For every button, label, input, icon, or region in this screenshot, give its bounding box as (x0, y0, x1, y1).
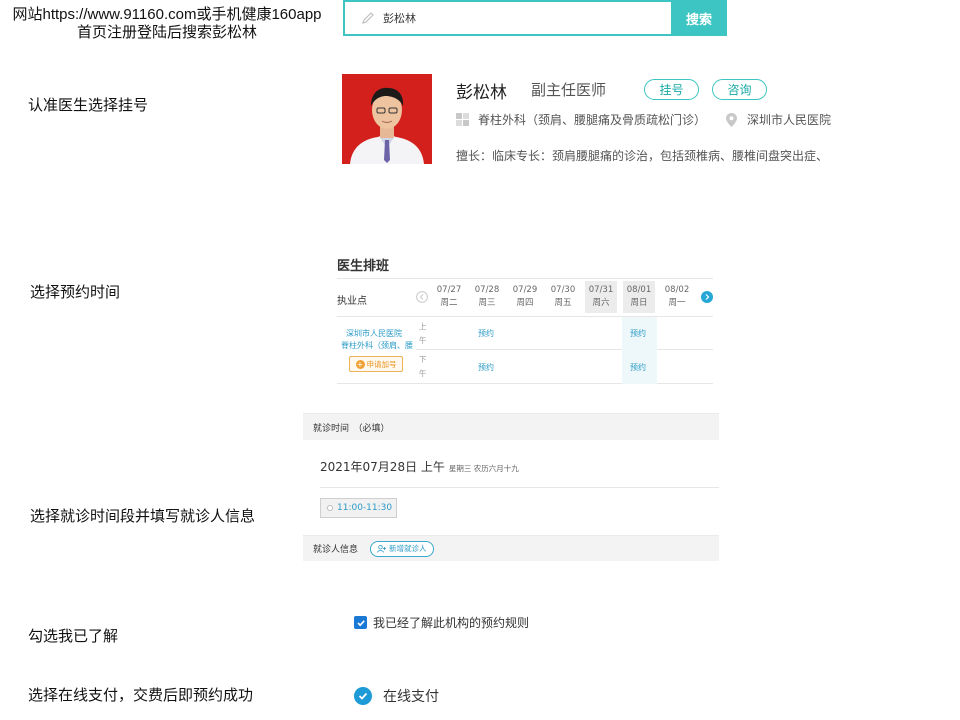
schedule-day-0727: 07/27 周二 (436, 285, 462, 308)
book-slot-0728-pm[interactable]: 预约 (478, 362, 494, 373)
schedule-day-0802: 08/02 周一 (664, 285, 690, 308)
payment-label: 在线支付 (383, 689, 439, 705)
schedule-day-0730: 07/30 周五 (550, 285, 576, 308)
check-circle-icon[interactable] (354, 687, 372, 705)
pencil-icon (362, 12, 374, 24)
location-pin-icon (726, 112, 738, 127)
next-week-icon[interactable] (701, 291, 713, 303)
consult-button[interactable]: 咨询 (712, 79, 767, 100)
search-bar: 彭松林 搜索 (343, 0, 727, 36)
apply-extra-button[interactable]: + 申请加号 (349, 356, 403, 372)
visit-date: 2021年07月28日 上午 星期三 农历六月十九 (320, 460, 519, 474)
schedule-department-link[interactable]: 脊柱外科（颈肩、腰 (341, 340, 415, 351)
schedule-day-0729: 07/29 周四 (512, 285, 538, 308)
user-add-icon (377, 544, 387, 553)
doctor-department-row: 脊柱外科（颈肩、腰腿痛及骨质疏松门诊） 深圳市人民医院 (456, 111, 831, 128)
doctor-title: 副主任医师 (531, 81, 607, 99)
agreement-checkbox-row[interactable]: 我已经了解此机构的预约规则 (354, 614, 529, 631)
schedule-title: 医生排班 (337, 259, 390, 274)
step4-caption: 勾选我已了解 (28, 627, 119, 645)
schedule-divider (416, 349, 713, 350)
step5-caption: 选择在线支付，交费后即预约成功 (28, 686, 254, 704)
intro-instruction: 网站https://www.91160.com或手机健康160app首页注册登陆… (12, 6, 322, 41)
plus-icon: + (355, 359, 365, 369)
add-patient-button[interactable]: 新增就诊人 (370, 540, 434, 557)
visit-divider (320, 487, 719, 488)
visit-time-header: 就诊时间 （必填） (303, 413, 719, 440)
department-icon (456, 113, 469, 126)
book-slot-0801-am[interactable]: 预约 (630, 328, 646, 339)
department-text: 脊柱外科（颈肩、腰腿痛及骨质疏松门诊） (478, 113, 707, 127)
checkbox-checked-icon[interactable] (354, 616, 367, 629)
register-button[interactable]: 挂号 (644, 79, 699, 100)
doctor-name: 彭松林 (456, 83, 507, 103)
search-input[interactable]: 彭松林 (343, 0, 671, 36)
schedule-day-0728: 07/28 周三 (474, 285, 500, 308)
schedule-day-0731: 07/31 周六 (585, 281, 617, 313)
step1-caption: 认准医生选择挂号 (28, 96, 149, 114)
doctor-specialty: 擅长：临床专长：颈肩腰腿痛的诊治，包括颈椎病、腰椎间盘突出症、 (456, 149, 829, 163)
morning-label: 上午 (419, 322, 427, 345)
agreement-label: 我已经了解此机构的预约规则 (373, 616, 530, 630)
step3-caption: 选择就诊时间段并填写就诊人信息 (30, 507, 256, 525)
schedule-hospital-link[interactable]: 深圳市人民医院 (346, 327, 402, 340)
doctor-photo[interactable] (342, 74, 432, 164)
afternoon-label: 下午 (419, 355, 427, 378)
book-slot-0728-am[interactable]: 预约 (478, 328, 494, 339)
schedule-column-label: 执业点 (337, 296, 367, 307)
time-slot-option[interactable]: 11:00-11:30 (320, 498, 397, 518)
schedule-divider (337, 278, 713, 279)
hospital-text[interactable]: 深圳市人民医院 (747, 111, 831, 128)
step2-caption: 选择预约时间 (30, 283, 121, 301)
schedule-day-0801: 08/01 周日 (623, 281, 655, 313)
search-value: 彭松林 (383, 12, 416, 25)
prev-week-icon[interactable] (416, 291, 428, 303)
radio-icon (327, 505, 333, 511)
book-slot-0801-pm[interactable]: 预约 (630, 362, 646, 373)
online-payment-option[interactable]: 在线支付 (354, 686, 439, 706)
search-button[interactable]: 搜索 (671, 0, 727, 36)
patient-info-header: 就诊人信息 新增就诊人 (303, 535, 719, 561)
